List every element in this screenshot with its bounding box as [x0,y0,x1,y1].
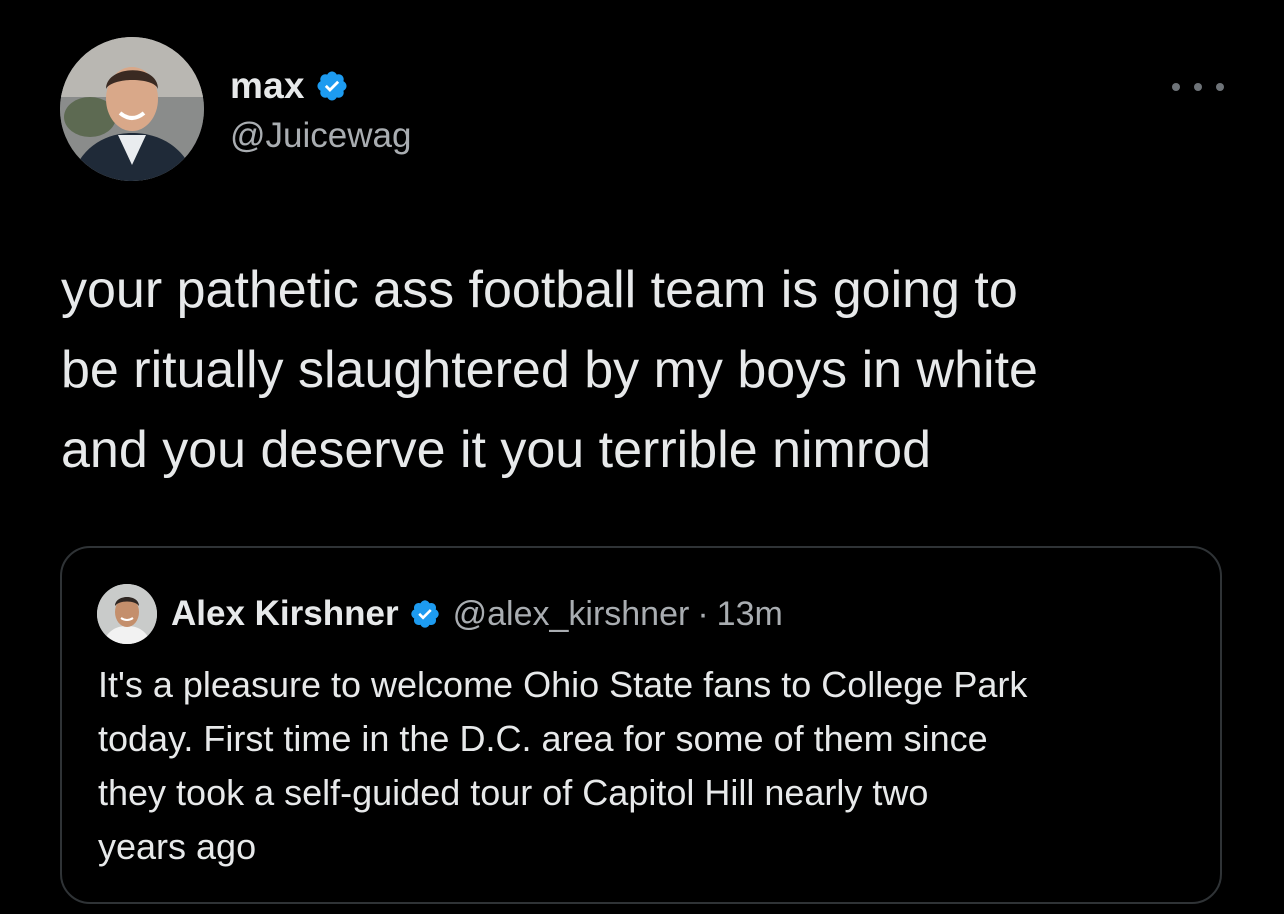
author-avatar[interactable] [60,37,204,181]
author-name-row[interactable]: max [230,64,349,108]
more-dots-icon [1216,83,1224,91]
verified-badge-icon [317,71,347,101]
author-name[interactable]: max [230,65,305,107]
more-options-button[interactable] [1172,72,1224,102]
tweet: max @Juicewag your pathetic ass football… [0,0,1284,914]
timestamp-separator: · [697,594,709,633]
verified-badge-icon [410,600,439,628]
quoted-tweet-header: Alex Kirshner @alex_kirshner · 13m [97,584,783,644]
quoted-author-handle: @alex_kirshner [452,594,690,633]
tweet-text: your pathetic ass football team is going… [61,261,1038,479]
quoted-author-name: Alex Kirshner [171,594,399,633]
profile-photo-icon [97,584,157,644]
author-handle[interactable]: @Juicewag [230,116,411,156]
quoted-tweet-text: It's a pleasure to welcome Ohio State fa… [98,664,1028,867]
quoted-tweet-card[interactable]: Alex Kirshner @alex_kirshner · 13m It's … [60,546,1222,904]
more-dots-icon [1172,83,1180,91]
profile-photo-icon [60,37,204,181]
quoted-tweet-timestamp: 13m [716,594,783,633]
more-dots-icon [1194,83,1202,91]
quoted-author-avatar [97,584,157,644]
